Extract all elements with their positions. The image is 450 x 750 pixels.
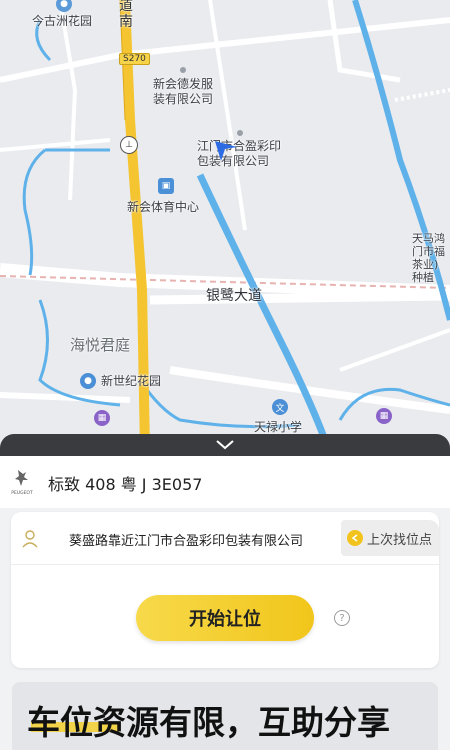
vehicle-row[interactable]: PEUGEOT 标致 408 粤 J 3E057	[0, 456, 450, 508]
last-spot-label: 上次找位点	[367, 532, 433, 548]
map-label-factory: 新会德发服 装有限公司	[153, 77, 214, 106]
map-label-sports-center: 新会体育中心	[127, 200, 200, 214]
shop-icon: ▦	[94, 410, 110, 426]
location-text: 葵盛路靠近江门市合盈彩印包装有限公司	[69, 534, 304, 549]
map-label-tianlu: 天禄小学	[254, 420, 303, 434]
map-label-tianma: 天马鸿 门市福 茶业) 种植	[412, 232, 445, 284]
map-view[interactable]: 今古洲花园 ● 道 南 S270 新会德发服 装有限公司 江门市合盈彩印 包装有…	[0, 0, 450, 450]
map-label-road-nan: 道 南	[119, 0, 133, 30]
route-shield: S270	[119, 53, 150, 65]
location-pin-icon: ●	[80, 373, 96, 389]
person-icon	[22, 530, 38, 548]
chevron-down-icon[interactable]	[216, 440, 234, 450]
school-icon: 文	[272, 399, 288, 415]
parking-card: 葵盛路靠近江门市合盈彩印包装有限公司 上次找位点 开始让位 ?	[11, 512, 439, 668]
help-icon[interactable]: ?	[334, 610, 350, 626]
brand-logo-icon: PEUGEOT	[9, 468, 35, 496]
last-spot-button[interactable]: 上次找位点	[341, 520, 439, 556]
banner-text: 车位资源有限，互助分享	[27, 703, 390, 742]
location-dot-icon	[180, 67, 186, 73]
map-label-garden-north: 今古洲花园	[32, 14, 93, 28]
location-dot-icon	[237, 130, 243, 136]
sheet-handle[interactable]	[0, 434, 450, 456]
map-label-haiyue: 海悦君庭	[70, 336, 131, 354]
shop-icon: ▦	[376, 408, 392, 424]
vehicle-plate: 标致 408 粤 J 3E057	[48, 475, 203, 494]
navigation-arrow-icon	[213, 137, 239, 163]
map-canvas	[0, 0, 450, 450]
back-arrow-icon	[347, 530, 363, 546]
police-icon: ⊥	[120, 136, 138, 154]
start-yield-button[interactable]: 开始让位	[136, 595, 314, 641]
location-row: 葵盛路靠近江门市合盈彩印包装有限公司 上次找位点	[11, 512, 439, 565]
map-label-xinshiji: 新世纪花园	[101, 374, 162, 388]
promo-banner[interactable]: 车位资源有限，互助分享	[12, 682, 438, 750]
sports-icon: ▣	[158, 178, 174, 194]
map-label-company: 江门市合盈彩印 包装有限公司	[197, 139, 282, 168]
map-label-avenue: 银鹭大道	[206, 288, 262, 304]
brand-logo-text: PEUGEOT	[11, 490, 33, 496]
